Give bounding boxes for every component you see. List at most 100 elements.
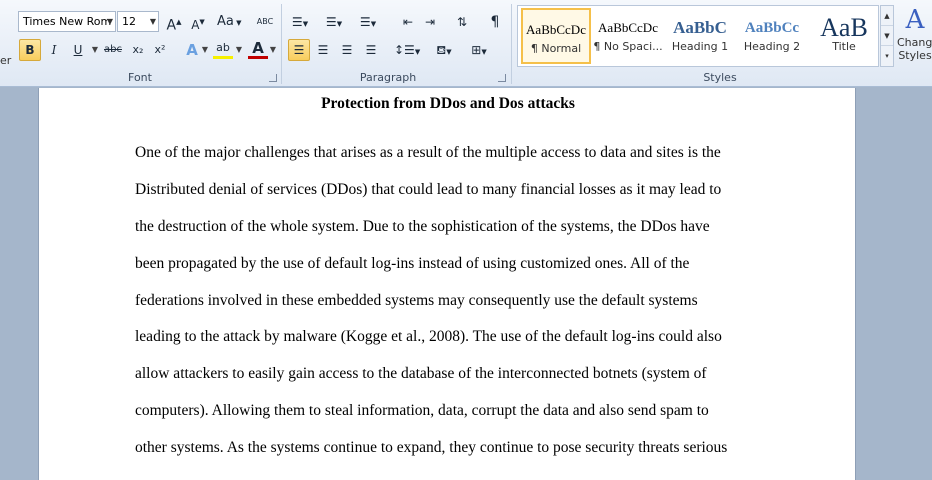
numbering-button[interactable]: ☰▼ <box>324 11 344 33</box>
change-styles-icon: A <box>905 5 925 35</box>
font-color-button[interactable]: A <box>248 39 268 59</box>
paragraph-line: other systems. As the systems continue t… <box>135 439 728 456</box>
underline-icon: U <box>73 43 83 57</box>
show-hide-button[interactable]: ¶ <box>485 11 505 33</box>
styles-gallery: AaBbCcDc ¶ Normal AaBbCcDc ¶ No Spaci...… <box>517 5 879 67</box>
bold-button[interactable]: B <box>19 39 41 61</box>
subscript-icon: x₂ <box>132 43 144 56</box>
document-background <box>856 88 932 480</box>
pilcrow-icon: ¶ <box>490 14 500 30</box>
paragraph-group-label: Paragraph <box>359 71 417 84</box>
highlight-dropdown[interactable]: ▼ <box>235 39 243 61</box>
style-name: Heading 2 <box>743 40 801 53</box>
align-right-button[interactable]: ☰ <box>337 39 357 61</box>
chevron-down-icon[interactable]: ▼ <box>107 12 113 31</box>
paragraph-line: been propagated by the use of default lo… <box>135 255 690 272</box>
multilevel-list-button[interactable]: ☰▼ <box>358 11 378 33</box>
superscript-button[interactable]: x² <box>150 39 170 61</box>
justify-button[interactable]: ☰ <box>361 39 381 61</box>
sort-icon: ⇅ <box>456 15 468 29</box>
font-size-combo[interactable]: 12 ▼ <box>117 11 159 32</box>
align-left-icon: ☰ <box>293 43 305 57</box>
font-name-value: Times New Rom <box>23 15 112 28</box>
shrink-font-button[interactable]: A▼ <box>188 11 208 33</box>
shading-button[interactable]: ⛾▼ <box>434 39 454 61</box>
text-effects-icon: A <box>186 41 198 59</box>
style-title[interactable]: AaB Title <box>809 8 879 64</box>
style-sample: AaBbC <box>673 18 727 37</box>
truncated-label: er <box>0 54 12 67</box>
group-divider <box>511 4 512 84</box>
paint-bucket-icon: ⛾ <box>436 43 447 57</box>
align-center-button[interactable]: ☰ <box>313 39 333 61</box>
paragraph-line: the destruction of the whole system. Due… <box>135 218 710 235</box>
style-sample: AaBbCcDc <box>526 22 586 37</box>
style-sample: AaBbCcDc <box>598 20 658 35</box>
change-styles-label-2: Styles <box>898 49 932 62</box>
paragraph-line: One of the major challenges that arises … <box>135 144 721 161</box>
line-spacing-icon: ↕☰ <box>394 43 415 57</box>
italic-icon: I <box>51 43 57 57</box>
chevron-down-icon: ▼ <box>269 45 277 54</box>
paragraph-dialog-launcher-icon[interactable] <box>498 74 506 82</box>
text-effects-button[interactable]: A <box>182 39 202 61</box>
grow-font-icon: A <box>166 17 177 34</box>
bold-icon: B <box>25 43 35 57</box>
change-styles-button[interactable]: A Change Styles <box>897 4 932 70</box>
font-group-label: Font <box>128 71 152 84</box>
numbered-list-icon: ☰ <box>325 15 337 29</box>
chevron-down-icon: ▼ <box>235 45 243 54</box>
bullets-button[interactable]: ☰▼ <box>290 11 310 33</box>
style-no-spacing[interactable]: AaBbCcDc ¶ No Spaci... <box>593 8 663 64</box>
text-effects-dropdown[interactable]: ▼ <box>201 39 209 61</box>
font-size-value: 12 <box>122 15 136 28</box>
bullet-list-icon: ☰ <box>291 15 303 29</box>
underline-dropdown[interactable]: ▼ <box>91 39 99 61</box>
document-page[interactable]: Protection from DDos and Dos attacks One… <box>38 88 856 480</box>
grow-font-button[interactable]: A▲ <box>164 11 184 34</box>
change-case-icon: Aa <box>217 14 234 29</box>
font-dialog-launcher-icon[interactable] <box>269 74 277 82</box>
style-name: ¶ Normal <box>530 42 582 55</box>
scroll-up-icon[interactable]: ▲ <box>881 6 893 26</box>
style-sample: AaBbCc <box>744 20 800 36</box>
sort-button[interactable]: ⇅ <box>452 11 472 33</box>
underline-button[interactable]: U <box>68 39 88 61</box>
chevron-down-icon[interactable]: ▼ <box>150 12 156 31</box>
borders-button[interactable]: ⊞▼ <box>469 39 489 61</box>
decrease-indent-button[interactable]: ⇤ <box>398 11 418 33</box>
align-right-icon: ☰ <box>341 43 353 57</box>
multilevel-list-icon: ☰ <box>359 15 371 29</box>
scroll-down-icon[interactable]: ▼ <box>881 26 893 46</box>
style-sample: AaB <box>820 16 868 40</box>
ribbon: er Times New Rom ▼ 12 ▼ A▲ A▼ Aa ▼ ABC B… <box>0 0 932 87</box>
align-center-icon: ☰ <box>317 43 329 57</box>
style-heading-2[interactable]: AaBbCc Heading 2 <box>737 8 807 64</box>
highlighter-icon: ab <box>216 41 230 54</box>
increase-indent-button[interactable]: ⇥ <box>420 11 440 33</box>
strikethrough-button[interactable]: abc <box>103 39 123 61</box>
change-styles-label-1: Change <box>897 36 932 49</box>
clear-formatting-icon: ABC <box>256 17 274 26</box>
italic-button[interactable]: I <box>44 39 64 61</box>
style-heading-1[interactable]: AaBbC Heading 1 <box>665 8 735 64</box>
style-normal[interactable]: AaBbCcDc ¶ Normal <box>521 8 591 64</box>
document-title: Protection from DDos and Dos attacks <box>321 95 575 112</box>
font-color-icon: A <box>252 39 264 57</box>
font-color-dropdown[interactable]: ▼ <box>269 39 277 61</box>
clear-formatting-button[interactable]: ABC <box>255 11 275 33</box>
justify-icon: ☰ <box>365 43 377 57</box>
style-name: Title <box>832 40 856 53</box>
align-left-button[interactable]: ☰ <box>288 39 310 61</box>
highlight-button[interactable]: ab <box>213 39 233 59</box>
subscript-button[interactable]: x₂ <box>128 39 148 61</box>
font-name-combo[interactable]: Times New Rom ▼ <box>18 11 116 32</box>
chevron-down-icon: ▼ <box>201 45 209 54</box>
line-spacing-button[interactable]: ↕☰▼ <box>394 39 420 61</box>
increase-indent-icon: ⇥ <box>424 15 436 29</box>
decrease-indent-icon: ⇤ <box>402 15 414 29</box>
more-styles-icon[interactable]: ▾ <box>881 46 893 66</box>
paragraph-line: Distributed denial of services (DDos) th… <box>135 181 722 198</box>
styles-group-label: Styles <box>703 71 737 84</box>
change-case-button[interactable]: Aa ▼ <box>217 11 241 33</box>
